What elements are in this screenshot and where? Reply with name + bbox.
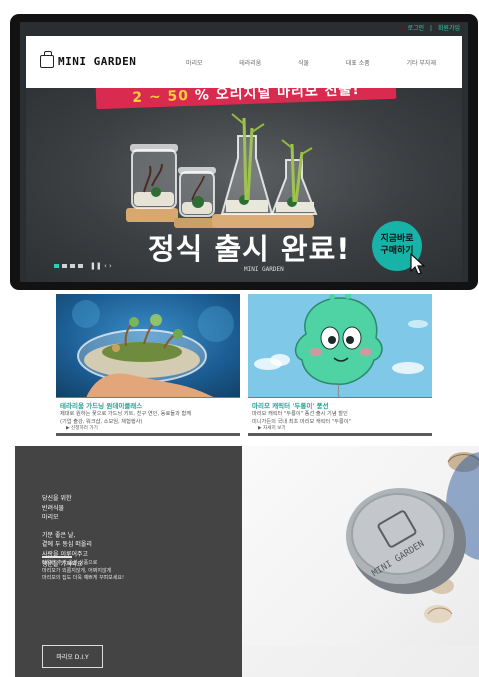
card-divider xyxy=(56,397,240,398)
card-more-link[interactable]: ▶ 신청하러 가기 xyxy=(66,425,98,431)
join-link[interactable]: 회원가입 xyxy=(438,25,460,32)
card-more-link[interactable]: ▶ 자세히 보기 xyxy=(258,425,286,431)
cta-line-1: 지금바로 xyxy=(380,234,414,245)
browser-screen: 로그인 | 회원가입 MINI GARDEN 마리모 테라리움 식물 대표 소품… xyxy=(20,22,468,282)
promo-line: 사랑을 이루어주고 xyxy=(42,550,89,558)
diy-promo-text: 당신을 위한 반려식물 마리모 기분 좋은 날, 곁에 두 동심 떠올리 사랑을… xyxy=(42,494,92,569)
slider-controls[interactable]: ❚❚ ‹ › xyxy=(90,262,112,270)
util-separator: | xyxy=(429,25,432,32)
slide-dot-3[interactable] xyxy=(70,264,75,268)
promo-line: 반려식물 xyxy=(42,504,65,512)
bamboo-leaves-left xyxy=(231,113,265,133)
jar-logo-icon xyxy=(40,50,54,68)
bamboo-leaves-right xyxy=(281,139,313,155)
promo-small-text: 다양한 추가 옵션 상품으로 마리모가 외롭지않게, 어쩌지않게 마리모의 집도… xyxy=(42,560,124,583)
top-navigation: MINI GARDEN 마리모 테라리움 식물 대표 소품 기타 부자재 xyxy=(26,36,462,88)
slide-dot-1[interactable] xyxy=(54,264,59,268)
promo-line: 곁에 두 동심 떠올리 xyxy=(42,541,92,549)
brand-logo[interactable]: MINI GARDEN xyxy=(40,50,137,70)
promo-line: 마리모 xyxy=(42,514,59,522)
login-link[interactable]: 로그인 xyxy=(407,25,424,32)
promo-small-line: 마리모의 집도 더욱 예쁘게 꾸며보세요! xyxy=(42,575,124,581)
card-divider xyxy=(248,397,432,398)
card-description: 제대로 원하는 꽃으로 가드닝 키트, 친구 연인, 동료들과 함께 (기업 출… xyxy=(60,411,236,426)
promo-small-line: 다양한 추가 옵션 상품으로 xyxy=(42,560,98,566)
cta-line-2: 구매하기 xyxy=(380,246,414,256)
terrarium-bowl-image xyxy=(56,294,240,398)
promo-line: 당신을 위한 xyxy=(42,495,72,502)
utility-bar: 로그인 | 회원가입 xyxy=(20,22,468,36)
marimo-left xyxy=(151,187,161,197)
main-menu: 마리모 테라리움 식물 대표 소품 기타 부자재 xyxy=(186,36,456,88)
card-title: 테라리움 가드닝 원데이클래스 xyxy=(60,402,143,410)
card-description: 마리모 캐릭터 "두롱이" 풍선 출시 기념 할인 미니가든의 국내 최초 마리… xyxy=(252,411,428,426)
marimo-mid xyxy=(192,196,204,208)
jar-lid-mid xyxy=(178,167,216,174)
diy-button[interactable]: 마리오 D.I.Y xyxy=(42,645,103,668)
brand-name: MINI GARDEN xyxy=(58,54,137,68)
menu-item-materials[interactable]: 기타 부자재 xyxy=(406,58,436,67)
diy-promo-panel: 당신을 위한 반려식물 마리모 기분 좋은 날, 곁에 두 동심 떠올리 사랑을… xyxy=(15,446,242,677)
feature-card-class[interactable]: 테라리움 가드닝 원데이클래스 제대로 원하는 꽃으로 가드닝 키트, 친구 연… xyxy=(56,294,240,436)
card-desc-line-1: 제대로 원하는 꽃으로 가드닝 키트, 친구 연인, 동료들과 함께 xyxy=(60,411,192,417)
wood-base-left xyxy=(126,208,178,222)
product-jar-photo: MINI GARDEN xyxy=(242,446,479,677)
menu-item-props[interactable]: 대표 소품 xyxy=(346,58,370,67)
slide-dot-2[interactable] xyxy=(62,264,67,268)
promo-small-line: 마리모가 외롭지않게, 어쩌지않게 xyxy=(42,567,112,574)
hero-headline: 정식 출시 완료! xyxy=(148,232,351,266)
feature-card-balloon[interactable]: 마리모 캐릭터 '두롱이' 풍선 마리모 캐릭터 "두롱이" 풍선 출시 기념 … xyxy=(248,294,432,436)
jar-lid-left xyxy=(130,144,178,152)
hero-banner[interactable]: 2 ~ 50 % 오리지널 마리모 선물! 정식 출시 완료! MINI GAR… xyxy=(26,88,462,282)
menu-item-marimo[interactable]: 마리모 xyxy=(186,58,203,67)
menu-item-plants[interactable]: 식물 xyxy=(298,58,309,67)
promo-divider xyxy=(42,556,72,558)
pointer-cursor-icon xyxy=(410,253,426,275)
slide-dot-4[interactable] xyxy=(78,264,83,268)
slider-pagination: ❚❚ ‹ › xyxy=(54,262,112,270)
promo-line: 기분 좋은 날, xyxy=(42,531,76,539)
hero-brand-mark: MINI GARDEN xyxy=(244,266,284,273)
card-title: 마리모 캐릭터 '두롱이' 풍선 xyxy=(252,402,329,410)
menu-item-terrarium[interactable]: 테라리움 xyxy=(239,58,261,67)
card-desc-line-1: 마리모 캐릭터 "두롱이" 풍선 출시 기념 할인 xyxy=(252,411,348,417)
device-frame: 로그인 | 회원가입 MINI GARDEN 마리모 테라리움 식물 대표 소품… xyxy=(10,14,478,290)
character-balloon-image xyxy=(248,294,432,398)
